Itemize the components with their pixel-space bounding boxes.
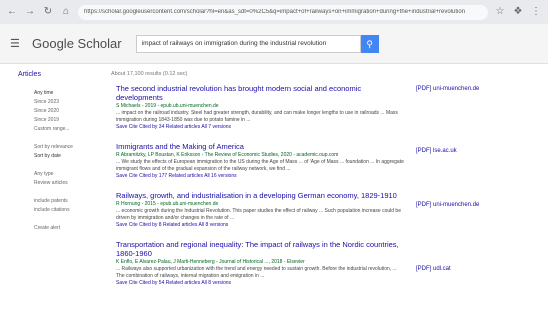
result-actions[interactable]: Save Cite Cited by 54 Related articles A…: [116, 280, 406, 286]
result-item: Transportation and regional inequality: …: [116, 240, 406, 286]
filter-custom-range[interactable]: Custom range...: [34, 126, 104, 132]
result-title[interactable]: The second industrial revolution has bro…: [116, 84, 406, 102]
sort-by-date[interactable]: Sort by date: [34, 153, 104, 159]
pdf-link[interactable]: [PDF] uni-muenchen.de: [416, 202, 536, 208]
extensions-icon[interactable]: ❖: [512, 6, 524, 18]
result-authors: R Hornung - 2015 - epub.ub.uni-muenchen.…: [116, 201, 219, 207]
search-icon: ⚲: [366, 38, 373, 49]
pdf-link[interactable]: [PDF] lse.ac.uk: [416, 148, 536, 154]
url-text: https://scholar.googleusercontent.com/sc…: [84, 9, 466, 15]
filter-since-2020[interactable]: Since 2020: [34, 108, 104, 114]
results-list: The second industrial revolution has bro…: [116, 84, 406, 298]
articles-tab[interactable]: Articles: [18, 71, 41, 78]
back-icon[interactable]: ←: [6, 6, 18, 18]
result-actions[interactable]: Save Cite Cited by 177 Related articles …: [116, 173, 406, 179]
browser-toolbar: ← → ↻ ⌂ https://scholar.googleuserconten…: [0, 0, 548, 24]
result-title[interactable]: Transportation and regional inequality: …: [116, 240, 406, 258]
result-snippet: ... Railways also supported urbanization…: [116, 266, 397, 279]
results-count: About 17,100 results (0.12 sec): [110, 71, 188, 77]
include-citations-checkbox[interactable]: include citations: [34, 207, 104, 213]
result-snippet: ... economic growth during the Industria…: [116, 208, 401, 221]
home-icon[interactable]: ⌂: [60, 6, 72, 18]
filter-sidebar: Any time Since 2023 Since 2020 Since 201…: [34, 90, 104, 234]
bookmark-icon[interactable]: ☆: [494, 6, 506, 18]
filter-review-articles[interactable]: Review articles: [34, 180, 104, 186]
search-box[interactable]: [135, 34, 361, 53]
filter-any-time[interactable]: Any time: [34, 90, 104, 96]
include-patents-checkbox[interactable]: include patents: [34, 198, 104, 204]
scholar-header: ☰ Google Scholar ⚲: [0, 24, 548, 64]
filter-since-2019[interactable]: Since 2019: [34, 117, 104, 123]
filter-since-2023[interactable]: Since 2023: [34, 99, 104, 105]
result-authors: R Abramitzky, LP Boustan, K Eriksson - T…: [116, 152, 339, 158]
result-authors: S Michaels - 2019 - epub.ub.uni-muenchen…: [116, 103, 219, 109]
articles-bar: Articles About 17,100 results (0.12 sec): [0, 65, 548, 83]
filter-any-type[interactable]: Any type: [34, 171, 104, 177]
result-item: Railways, growth, and industrialisation …: [116, 191, 406, 228]
search-input[interactable]: [141, 40, 355, 47]
forward-icon[interactable]: →: [24, 6, 36, 18]
result-actions[interactable]: Save Cite Cited by 34 Related articles A…: [116, 124, 406, 130]
menu-dots-icon[interactable]: ⋮: [530, 6, 542, 18]
result-authors: K Enflo, E Alvarez-Palau, J Marti-Henneb…: [116, 259, 305, 265]
address-bar[interactable]: https://scholar.googleusercontent.com/sc…: [78, 4, 488, 20]
pdf-link[interactable]: [PDF] udl.cat: [416, 266, 536, 272]
result-item: The second industrial revolution has bro…: [116, 84, 406, 130]
result-snippet: ... We study the effects of European imm…: [116, 159, 404, 172]
result-title[interactable]: Railways, growth, and industrialisation …: [116, 191, 406, 200]
search-button[interactable]: ⚲: [360, 34, 379, 53]
scholar-logo[interactable]: Google Scholar: [32, 36, 122, 51]
reload-icon[interactable]: ↻: [42, 6, 54, 18]
result-item: Immigrants and the Making of America R A…: [116, 142, 406, 179]
result-title[interactable]: Immigrants and the Making of America: [116, 142, 406, 151]
sort-by-relevance[interactable]: Sort by relevance: [34, 144, 104, 150]
create-alert-button[interactable]: Create alert: [34, 225, 104, 231]
pdf-link[interactable]: [PDF] uni-muenchen.de: [416, 86, 536, 92]
hamburger-menu-icon[interactable]: ☰: [10, 37, 22, 50]
result-actions[interactable]: Save Cite Cited by 8 Related articles Al…: [116, 222, 406, 228]
result-snippet: ... impact on the railroad industry. Ste…: [116, 110, 398, 123]
